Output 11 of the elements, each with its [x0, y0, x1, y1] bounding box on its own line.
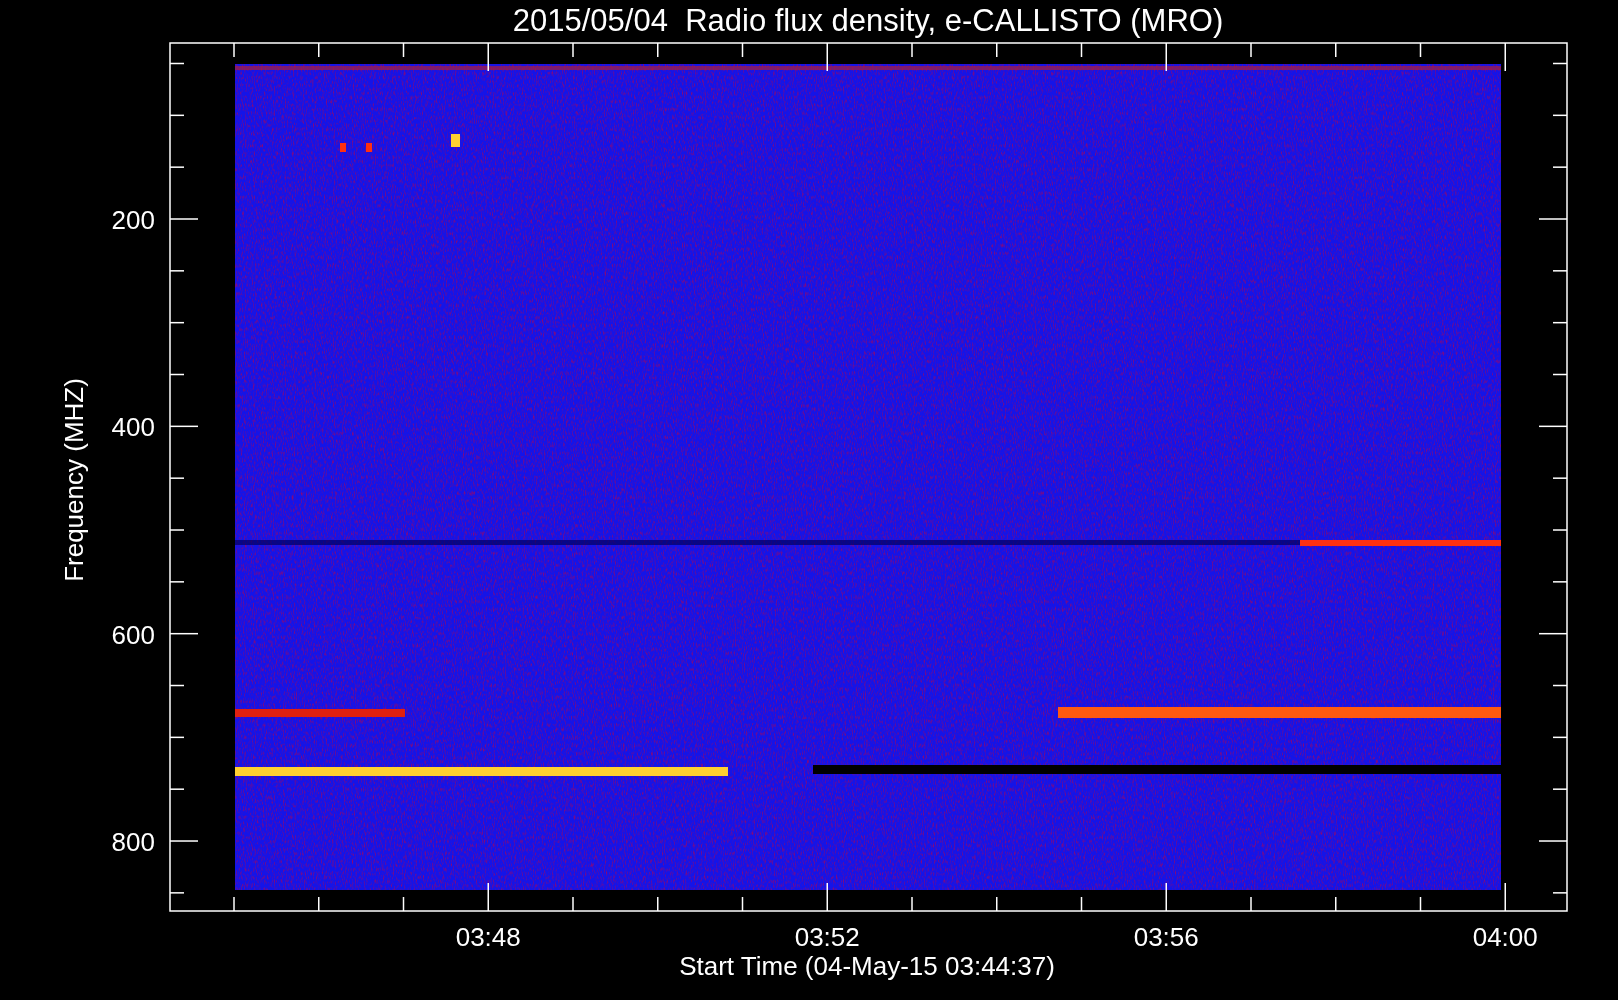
y-axis-label: Frequency (MHZ): [59, 378, 89, 582]
x-tick-label: 03:56: [1133, 922, 1199, 952]
y-tick-label: 200: [111, 205, 155, 235]
x-tick-label: 03:48: [455, 922, 521, 952]
x-axis-label: Start Time (04-May-15 03:44:37): [679, 951, 1055, 981]
y-tick-label: 800: [111, 827, 155, 857]
y-tick-label: 600: [111, 619, 155, 650]
y-tick-label: 400: [111, 412, 155, 443]
x-tick-label: 03:52: [794, 922, 860, 952]
x-tick-label: 04:00: [1472, 922, 1538, 952]
chart-title: 2015/05/04 Radio flux density, e-CALLISTO (MRO): [512, 3, 1224, 38]
